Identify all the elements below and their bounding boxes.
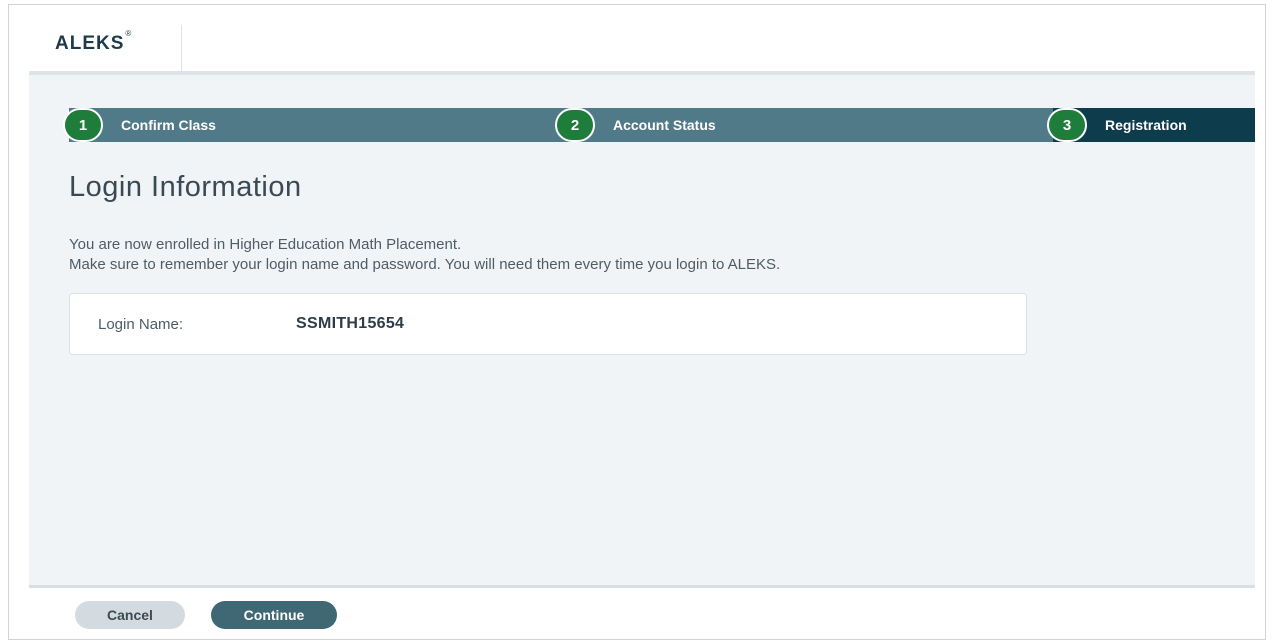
intro-line-enrolled: You are now enrolled in Higher Education…	[69, 236, 462, 253]
header-divider	[181, 25, 182, 71]
aleks-logo: ALEKS®	[55, 28, 133, 54]
login-name-value: SSMITH15654	[296, 315, 405, 332]
cancel-button[interactable]: Cancel	[75, 601, 185, 629]
step-label: Confirm Class	[121, 117, 216, 133]
step-label: Registration	[1105, 117, 1187, 133]
continue-button[interactable]: Continue	[211, 601, 337, 629]
login-name-label: Login Name:	[98, 316, 184, 333]
step-number-badge: 3	[1047, 108, 1087, 142]
page-title: Login Information	[69, 171, 302, 203]
progress-stepper: 1 Confirm Class 2 Account Status 3 Regis…	[63, 108, 1255, 142]
app-window: ALEKS® 1 Confirm Class 2 Account Status …	[8, 4, 1266, 640]
step-registration: 3 Registration	[1047, 108, 1255, 142]
footer-rule	[29, 585, 1255, 588]
login-info-card: Login Name: SSMITH15654	[69, 293, 1027, 355]
header: ALEKS®	[29, 25, 1255, 71]
content-area: 1 Confirm Class 2 Account Status 3 Regis…	[29, 75, 1255, 585]
intro-line-remember: Make sure to remember your login name an…	[69, 256, 781, 273]
intro-text: You are now enrolled in Higher Education…	[69, 235, 1169, 275]
step-confirm-class: 1 Confirm Class	[63, 108, 216, 142]
step-label: Account Status	[613, 117, 716, 133]
step-number-badge: 2	[555, 108, 595, 142]
step-number-badge: 1	[63, 108, 103, 142]
step-account-status: 2 Account Status	[555, 108, 716, 142]
